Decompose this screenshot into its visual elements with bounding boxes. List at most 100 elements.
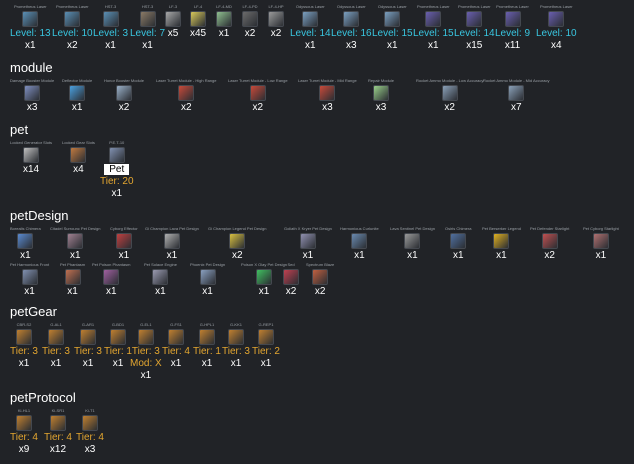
item-icon bbox=[152, 269, 169, 285]
inventory-item[interactable]: Repair Module x3 bbox=[368, 78, 394, 113]
item-name: Laser Turret Module - Mid Range bbox=[298, 78, 357, 83]
inventory-item[interactable]: Deflector Module x1 bbox=[62, 78, 92, 113]
inventory-item[interactable]: Poison X Olay Pet Design x1 bbox=[241, 262, 287, 297]
item-icon bbox=[79, 329, 96, 345]
item-name: Pet Berserker Legend bbox=[482, 226, 521, 231]
item-level: Level: 14 bbox=[290, 28, 331, 39]
inventory-item[interactable]: Locked Generator Slots x14 bbox=[10, 140, 52, 175]
item-icon bbox=[319, 85, 336, 101]
item-count: x1 bbox=[496, 250, 507, 261]
inventory-item[interactable]: Prometheus Laser Level: 15 x1 bbox=[413, 4, 454, 51]
inventory-item[interactable]: Pet Harmonious Front x1 bbox=[10, 262, 49, 297]
inventory-item[interactable]: Pet Phantasm x1 bbox=[60, 262, 85, 297]
inventory-item[interactable]: G-KK1 Tier: 3 x1 bbox=[222, 322, 250, 369]
inventory-item[interactable]: Prometheus Laser Level: 13 x1 bbox=[10, 4, 51, 51]
inventory-item[interactable]: Goliath X Kryer Pet Design x1 bbox=[284, 226, 332, 261]
item-count: x1 bbox=[407, 250, 418, 261]
inventory-item[interactable]: Harmonious Curlunite x1 bbox=[340, 226, 379, 261]
item-name: Harmonious Curlunite bbox=[340, 226, 379, 231]
inventory-item[interactable]: G-REP1 Tier: 2 x1 bbox=[252, 322, 280, 369]
inventory-item[interactable]: G-EL1 Tier: 3 Mod: Xx1 bbox=[130, 322, 162, 381]
inventory-item[interactable]: Odyssous Laser Level: 16 x3 bbox=[331, 4, 372, 51]
item-count: x1 bbox=[387, 40, 398, 51]
inventory-item[interactable]: Pet Solace Engine x1 bbox=[144, 262, 177, 297]
inventory-item[interactable]: Rocket Ammo Module - Mid Accuracy x7 bbox=[483, 78, 549, 113]
inventory-item[interactable]: HST-3 Level: 3 x1 bbox=[93, 4, 128, 51]
item-count: x3 bbox=[346, 40, 357, 51]
inventory-item[interactable]: LF-4-PD x2 bbox=[242, 4, 258, 39]
inventory-item[interactable]: G-FS1 Tier: 4 x1 bbox=[162, 322, 190, 369]
inventory-item[interactable]: Lava Sentinel Pet Design x1 bbox=[390, 226, 435, 261]
inventory-item[interactable]: Ki-T1 Tier: 4 x3 bbox=[76, 408, 104, 455]
item-count: x7 bbox=[510, 102, 522, 113]
item-level: Level: 16 bbox=[331, 28, 372, 39]
inventory-item[interactable]: G-BD1 Tier: 1 x1 bbox=[104, 322, 132, 369]
item-icon bbox=[22, 11, 39, 27]
item-count: x1 bbox=[140, 370, 152, 381]
inventory-item[interactable]: Laser Turret Module - High Range x2 bbox=[156, 78, 216, 113]
item-tier: Tier: 4 bbox=[44, 432, 72, 443]
inventory-item[interactable]: CBR-S2 Tier: 3 x1 bbox=[10, 322, 38, 369]
inventory-item[interactable]: P.E.T-10 Pet Tier: 20 x1 bbox=[100, 140, 134, 199]
item-name: Locked Generator Slots bbox=[10, 140, 53, 145]
item-name: Locked Gear Slots bbox=[62, 140, 95, 145]
inventory-item[interactable]: Citadel Surrounc Pet Design x1 bbox=[50, 226, 100, 261]
inventory-item[interactable]: Laser Turret Module - Mid Range x3 bbox=[298, 78, 357, 113]
inventory-item[interactable]: Gi Champion Lava Pet Design x1 bbox=[145, 226, 199, 261]
item-name: Ki-T1 bbox=[85, 408, 95, 413]
item-count: x1 bbox=[71, 102, 83, 113]
item-count: x1 bbox=[69, 250, 81, 261]
inventory-item[interactable]: LF-4-HP x2 bbox=[268, 4, 284, 39]
item-icon bbox=[548, 11, 565, 27]
item-count: x1 bbox=[24, 286, 35, 297]
inventory-item[interactable]: LF-4-MD x1 bbox=[216, 4, 232, 39]
item-name: Pet Cyborg Starlight bbox=[583, 226, 619, 231]
inventory-item[interactable]: Rocket Ammo Module - Low Accuracy x2 bbox=[416, 78, 483, 113]
inventory-item[interactable]: Prometheus Laser Level: 9 x11 bbox=[495, 4, 530, 51]
inventory-item[interactable]: Laser Turret Module - Low Range x2 bbox=[228, 78, 288, 113]
inventory-item[interactable]: G-HPL1 Tier: 1 x1 bbox=[193, 322, 221, 369]
inventory-item[interactable]: HST-3 Level: 7 x1 bbox=[130, 4, 165, 51]
inventory-item[interactable]: Locked Gear Slots x4 bbox=[62, 140, 95, 175]
inventory-item[interactable]: Osiris Chimera x1 bbox=[445, 226, 471, 261]
inventory-item[interactable]: G-AL1 Tier: 3 x1 bbox=[42, 322, 70, 369]
inventory-item[interactable]: Cyborg Effector x1 bbox=[110, 226, 138, 261]
item-name: Ki-SR1 bbox=[51, 408, 65, 413]
item-name: Sed bbox=[287, 262, 295, 267]
inventory-item[interactable]: Prometheus Laser Level: 14 x15 bbox=[454, 4, 495, 51]
item-icon bbox=[312, 269, 329, 285]
item-name: G-BD1 bbox=[111, 322, 125, 327]
item-icon bbox=[69, 85, 86, 101]
inventory-item[interactable]: LF-4 x45 bbox=[190, 4, 206, 39]
inventory-item[interactable]: Prometheus Laser Level: 10 x2 bbox=[52, 4, 93, 51]
inventory-item[interactable]: Odyssous Laser Level: 14 x1 bbox=[290, 4, 331, 51]
item-icon bbox=[178, 85, 195, 101]
inventory-item[interactable]: Borealis Chimera x1 bbox=[10, 226, 41, 261]
item-name: Rocket Ammo Module - Mid Accuracy bbox=[483, 78, 550, 83]
inventory-item[interactable]: Spectrum Blaze x2 bbox=[306, 262, 334, 297]
inventory-item[interactable]: Pet Berserker Legend x1 bbox=[482, 226, 521, 261]
inventory-item[interactable]: LF-3 x5 bbox=[165, 4, 181, 39]
item-name: G-REP1 bbox=[258, 322, 274, 327]
item-count: x2 bbox=[544, 250, 555, 261]
inventory-item[interactable]: Pet Defender Starlight x2 bbox=[530, 226, 569, 261]
item-level: Level: 3 bbox=[93, 28, 129, 39]
item-name: LF-4-PD bbox=[242, 4, 258, 9]
inventory-item[interactable]: Odyssous Laser Level: 15 x1 bbox=[372, 4, 413, 51]
inventory-item[interactable]: G-AR1 Tier: 3 x1 bbox=[74, 322, 102, 369]
inventory-item[interactable]: Prometheus Laser Level: 10 x4 bbox=[536, 4, 577, 51]
inventory-item[interactable]: Honor Booster Module x2 bbox=[104, 78, 144, 113]
item-count: x1 bbox=[112, 358, 124, 369]
item-name: Prometheus Laser bbox=[457, 4, 491, 9]
item-name: Gi Champion Lava Pet Design bbox=[145, 226, 199, 231]
inventory-item[interactable]: Ki-HL1 Tier: 4 x9 bbox=[10, 408, 38, 455]
item-name: LF-4-HP bbox=[268, 4, 284, 9]
inventory-item[interactable]: Sed x2 bbox=[283, 262, 299, 297]
inventory-item[interactable]: Ki-SR1 Tier: 4 x12 bbox=[44, 408, 72, 455]
inventory-item[interactable]: Gi Champion Legend Pet Design x2 bbox=[208, 226, 266, 261]
inventory-item[interactable]: Phoenix Pet Design x1 bbox=[190, 262, 225, 297]
inventory-item[interactable]: Pet Poison Phantasm x1 bbox=[92, 262, 130, 297]
inventory-item[interactable]: Pet Cyborg Starlight x1 bbox=[583, 226, 619, 261]
inventory-item[interactable]: Damage Booster Module x3 bbox=[10, 78, 54, 113]
item-icon bbox=[109, 329, 126, 345]
